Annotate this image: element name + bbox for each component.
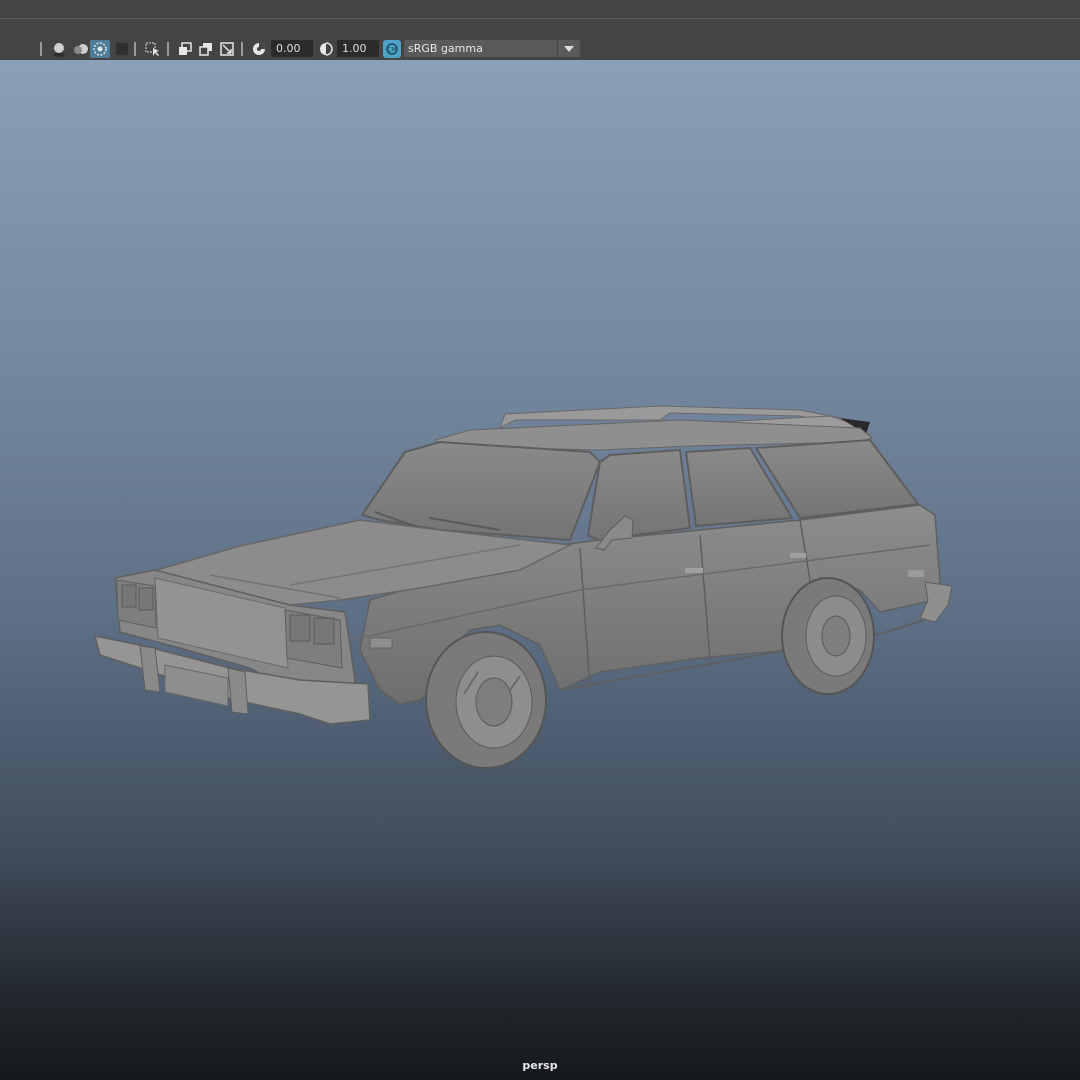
isolate-select-icon[interactable] bbox=[113, 40, 131, 58]
anti-aliasing-icon[interactable] bbox=[90, 40, 110, 58]
color-space-select[interactable]: sRGB gamma bbox=[404, 40, 580, 57]
chevron-down-icon[interactable] bbox=[557, 40, 580, 57]
toolbar-separator bbox=[167, 42, 169, 56]
3d-viewport[interactable] bbox=[0, 60, 1080, 1080]
xray-icon[interactable] bbox=[176, 40, 194, 58]
menu-bar bbox=[0, 0, 1080, 19]
gate-mask-icon[interactable] bbox=[218, 40, 236, 58]
camera-name-label: persp bbox=[522, 1059, 558, 1072]
color-management-icon[interactable]: CM bbox=[382, 40, 402, 58]
exposure-field[interactable]: 0.00 bbox=[271, 40, 313, 57]
color-space-value: sRGB gamma bbox=[408, 42, 483, 55]
select-camera-icon[interactable] bbox=[143, 40, 163, 58]
toolbar-separator bbox=[40, 42, 42, 56]
svg-text:CM: CM bbox=[387, 47, 396, 54]
resolution-gate-icon[interactable] bbox=[197, 40, 215, 58]
toolbar-separator bbox=[241, 42, 243, 56]
motion-blur-icon[interactable] bbox=[71, 40, 91, 58]
gamma-icon[interactable] bbox=[318, 40, 334, 58]
station-wagon-model[interactable] bbox=[0, 60, 1080, 1080]
gamma-field[interactable]: 1.00 bbox=[337, 40, 379, 57]
exposure-icon[interactable] bbox=[250, 40, 268, 58]
ambient-occlusion-icon[interactable] bbox=[49, 40, 69, 58]
toolbar-separator bbox=[134, 42, 136, 56]
